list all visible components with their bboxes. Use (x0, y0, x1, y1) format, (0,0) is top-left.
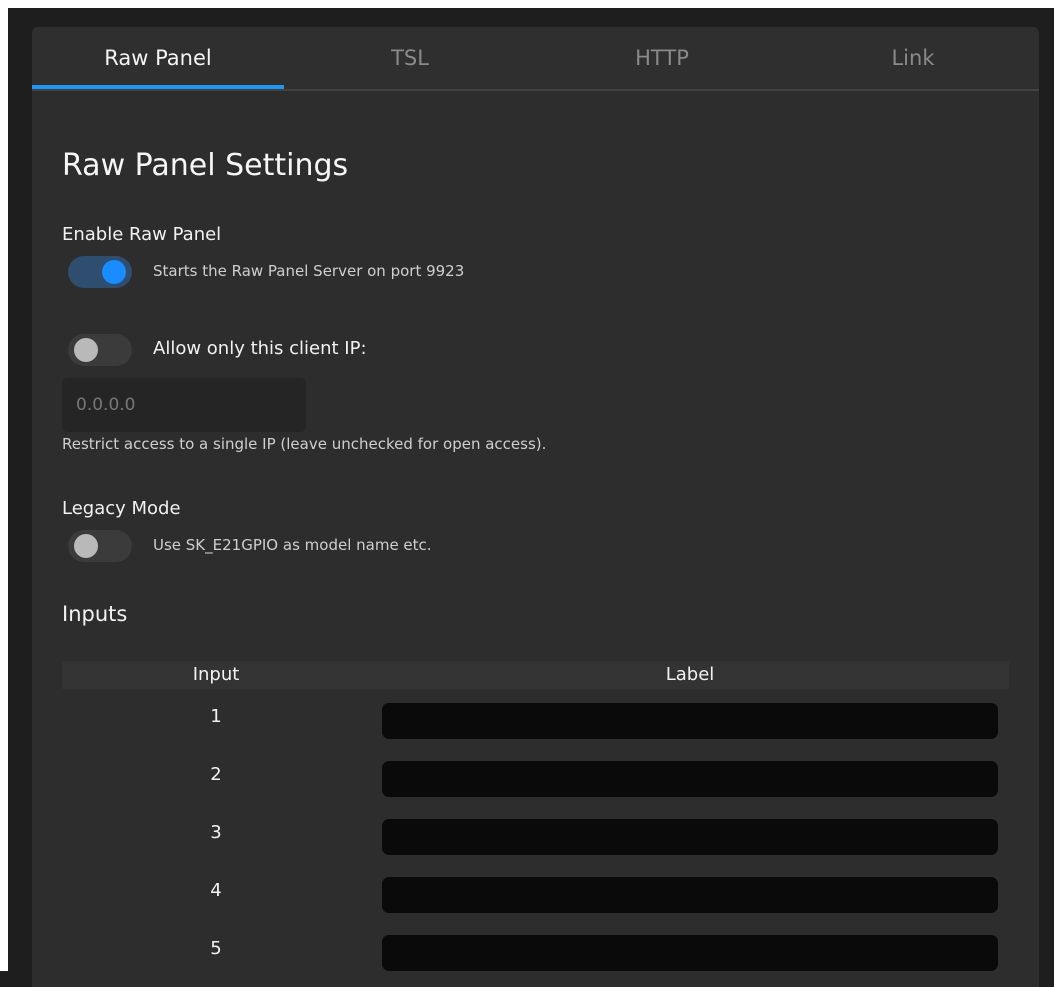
input-number-3: 3 (210, 822, 222, 843)
enable-raw-panel-toggle[interactable] (68, 256, 132, 288)
window-frame-left (0, 0, 8, 971)
input-number-2: 2 (210, 764, 222, 785)
tab-link[interactable]: Link (787, 27, 1039, 89)
legacy-mode-label: Legacy Mode (62, 498, 181, 519)
input-label-field-5[interactable] (382, 935, 998, 971)
column-header-input: Input (192, 664, 240, 685)
column-header-label: Label (665, 664, 715, 685)
settings-panel: Raw Panel TSL HTTP Link Raw Panel Settin… (32, 27, 1039, 987)
client-ip-input[interactable] (62, 378, 306, 432)
client-ip-label: Allow only this client IP: (153, 338, 367, 359)
input-number-1: 1 (210, 706, 222, 727)
toggle-knob (74, 534, 98, 558)
window-frame-top (0, 0, 1054, 8)
page-title: Raw Panel Settings (62, 148, 349, 183)
legacy-mode-description: Use SK_E21GPIO as model name etc. (153, 536, 432, 554)
enable-raw-panel-description: Starts the Raw Panel Server on port 9923 (153, 262, 465, 280)
input-label-field-1[interactable] (382, 703, 998, 739)
tab-tsl[interactable]: TSL (284, 27, 536, 89)
client-ip-toggle[interactable] (68, 334, 132, 366)
input-number-5: 5 (210, 938, 222, 959)
active-tab-indicator (32, 85, 284, 89)
client-ip-help: Restrict access to a single IP (leave un… (62, 435, 547, 453)
input-number-4: 4 (210, 880, 222, 901)
input-label-field-2[interactable] (382, 761, 998, 797)
toggle-knob (102, 260, 126, 284)
legacy-mode-toggle[interactable] (68, 530, 132, 562)
enable-raw-panel-label: Enable Raw Panel (62, 224, 222, 245)
input-label-field-4[interactable] (382, 877, 998, 913)
tab-http[interactable]: HTTP (536, 27, 788, 89)
tab-bar: Raw Panel TSL HTTP Link (32, 27, 1039, 91)
toggle-knob (74, 338, 98, 362)
inputs-section-title: Inputs (62, 602, 128, 626)
input-label-field-3[interactable] (382, 819, 998, 855)
tab-raw-panel[interactable]: Raw Panel (32, 27, 284, 89)
inputs-table-header: Input Label (62, 661, 1009, 689)
